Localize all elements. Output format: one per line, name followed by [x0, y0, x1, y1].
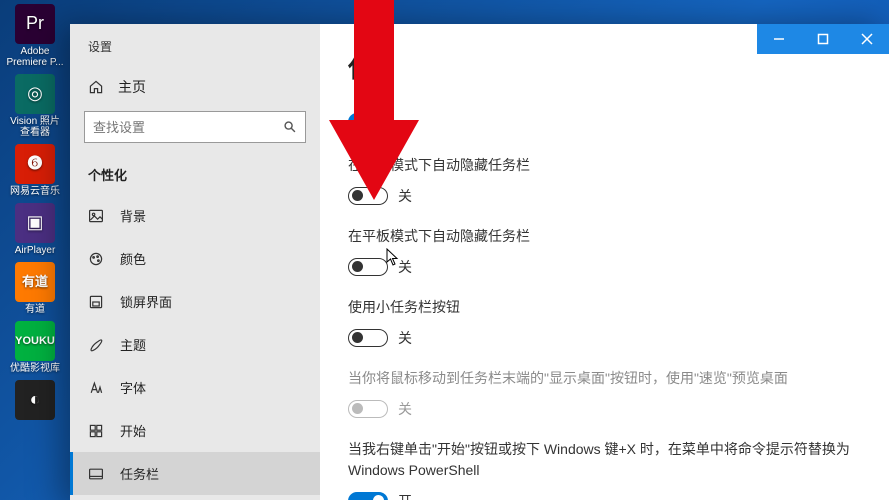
- toggle-switch[interactable]: [348, 258, 388, 276]
- app-tile-icon: ❻: [15, 144, 55, 184]
- desktop-icon[interactable]: ◐: [6, 380, 64, 422]
- toggle-switch[interactable]: [348, 329, 388, 347]
- toggle-on-partial[interactable]: [348, 113, 388, 131]
- toggle-state: 开: [398, 491, 412, 500]
- palette-icon: [88, 251, 104, 267]
- nav-label: 开始: [120, 421, 146, 440]
- desktop-icon[interactable]: YOUKU 优酷影视库: [6, 321, 64, 374]
- toggle-state: 关: [398, 328, 412, 348]
- setting-powershell-replace: 当我右键单击"开始"按钮或按下 Windows 键+X 时，在菜单中将命令提示符…: [348, 439, 861, 500]
- desktop-icons-column-1: PrAdobe Premiere P... ◎Vision 照片查看器 ❻ 网易云…: [0, 0, 72, 426]
- maximize-button[interactable]: [801, 24, 845, 54]
- app-tile-icon: YOUKU: [15, 321, 55, 361]
- setting-label: 使用小任务栏按钮: [348, 297, 861, 318]
- app-tile-icon: ▣: [15, 203, 55, 243]
- nav-background[interactable]: 背景: [70, 194, 320, 237]
- setting-peek-desktop: 当你将鼠标移动到任务栏末端的"显示桌面"按钮时，使用"速览"预览桌面 关: [348, 368, 861, 419]
- search-settings[interactable]: [84, 111, 306, 143]
- nav-taskbar[interactable]: 任务栏: [70, 452, 320, 495]
- settings-sidebar: 设置 主页 个性化 背景 颜色 锁屏界面 主题 字体: [70, 24, 320, 500]
- app-tile-icon: 有道: [15, 262, 55, 302]
- home-icon: [88, 79, 104, 95]
- nav-fonts[interactable]: 字体: [70, 366, 320, 409]
- desktop-icon-label: 优酷影视库: [10, 363, 60, 374]
- taskbar-icon: [88, 466, 104, 482]
- nav-start[interactable]: 开始: [70, 409, 320, 452]
- desktop-icon-label: AirPlayer: [15, 245, 56, 256]
- home-label: 主页: [118, 77, 146, 97]
- nav-label: 字体: [120, 378, 146, 397]
- brush-icon: [88, 337, 104, 353]
- nav-lockscreen[interactable]: 锁屏界面: [70, 280, 320, 323]
- start-icon: [88, 423, 104, 439]
- desktop-icon[interactable]: ◎Vision 照片查看器: [6, 74, 64, 138]
- toggle-state: 关: [398, 257, 412, 277]
- nav-label: 背景: [120, 206, 146, 225]
- desktop-icon-label: 有道: [25, 304, 45, 315]
- nav-colors[interactable]: 颜色: [70, 237, 320, 280]
- setting-small-taskbar-buttons: 使用小任务栏按钮 关: [348, 297, 861, 348]
- settings-content: 任 在桌面模式下自动隐藏任务栏 关 在平板模式下自动隐藏任务栏 关 使用小任务栏…: [320, 24, 889, 500]
- toggle-switch-disabled: [348, 400, 388, 418]
- app-tile-icon: ◐: [15, 380, 55, 420]
- search-input[interactable]: [93, 120, 277, 135]
- setting-auto-hide-tablet: 在平板模式下自动隐藏任务栏 关: [348, 226, 861, 277]
- desktop-icon[interactable]: ❻ 网易云音乐: [6, 144, 64, 197]
- settings-window: 设置 主页 个性化 背景 颜色 锁屏界面 主题 字体: [70, 24, 889, 500]
- setting-label: 在平板模式下自动隐藏任务栏: [348, 226, 861, 247]
- app-tile-icon: Pr: [15, 4, 55, 44]
- close-button[interactable]: [845, 24, 889, 54]
- app-tile-icon: ◎: [15, 74, 55, 114]
- desktop-icon-label: Vision 照片查看器: [6, 116, 64, 138]
- app-title: 设置: [70, 32, 320, 69]
- nav-label: 任务栏: [120, 464, 159, 483]
- setting-label: 当你将鼠标移动到任务栏末端的"显示桌面"按钮时，使用"速览"预览桌面: [348, 368, 861, 389]
- setting-auto-hide-desktop: 在桌面模式下自动隐藏任务栏 关: [348, 155, 861, 206]
- nav-group-title: 个性化: [70, 161, 320, 194]
- nav-label: 颜色: [120, 249, 146, 268]
- desktop-icon[interactable]: PrAdobe Premiere P...: [6, 4, 64, 68]
- home-nav[interactable]: 主页: [70, 69, 320, 111]
- desktop-icon-label: 网易云音乐: [10, 186, 60, 197]
- picture-icon: [88, 208, 104, 224]
- search-icon: [283, 120, 297, 134]
- setting-label: 在桌面模式下自动隐藏任务栏: [348, 155, 861, 176]
- minimize-button[interactable]: [757, 24, 801, 54]
- window-titlebar-controls: [757, 24, 889, 54]
- toggle-switch[interactable]: [348, 492, 388, 500]
- desktop-icon[interactable]: ▣ AirPlayer: [6, 203, 64, 256]
- nav-themes[interactable]: 主题: [70, 323, 320, 366]
- font-icon: [88, 380, 104, 396]
- nav-label: 主题: [120, 335, 146, 354]
- lockscreen-icon: [88, 294, 104, 310]
- nav-label: 锁屏界面: [120, 292, 172, 311]
- toggle-state: 关: [398, 399, 412, 419]
- setting-label: 当我右键单击"开始"按钮或按下 Windows 键+X 时，在菜单中将命令提示符…: [348, 439, 861, 481]
- desktop-icon[interactable]: 有道有道: [6, 262, 64, 315]
- toggle-switch[interactable]: [348, 187, 388, 205]
- desktop-icon-label: Adobe Premiere P...: [6, 46, 64, 68]
- toggle-state: 关: [398, 186, 412, 206]
